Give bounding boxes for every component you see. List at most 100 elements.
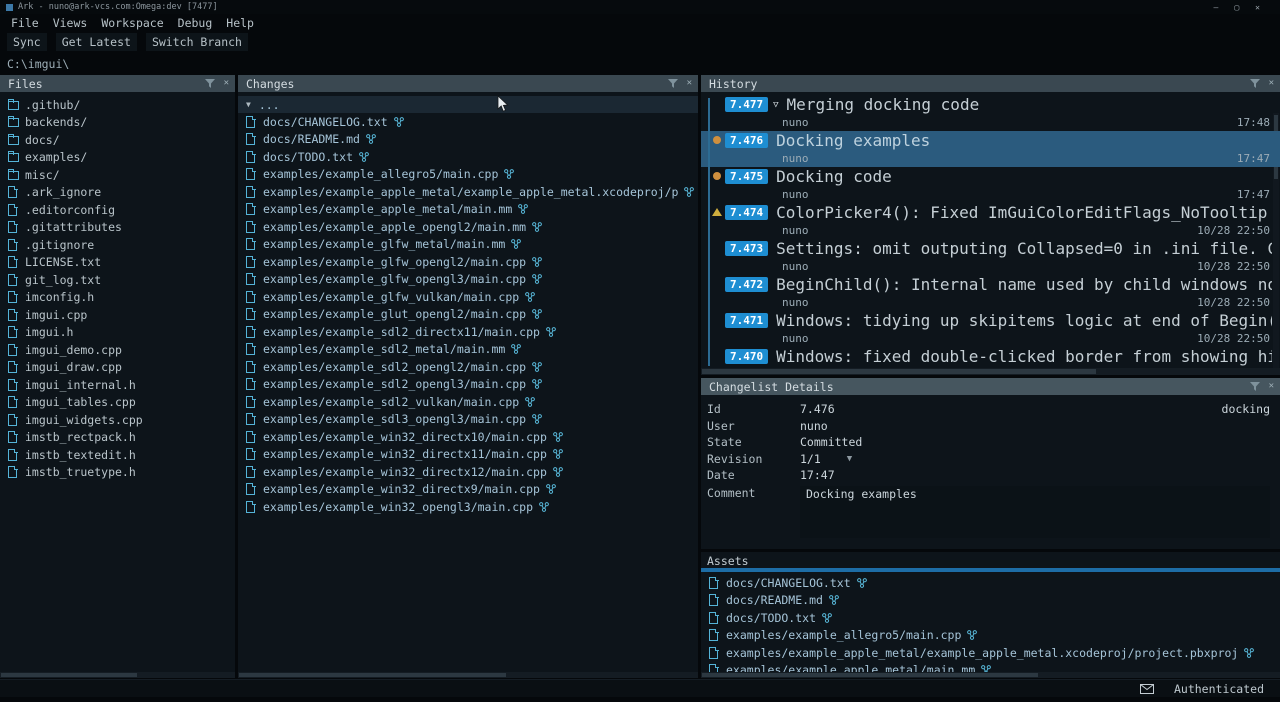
toolbar-button[interactable]: Switch Branch (146, 33, 248, 51)
changed-file-row[interactable]: examples/example_sdl2_directx11/main.cpp (238, 323, 698, 341)
menu-item[interactable]: Debug (171, 16, 220, 30)
file-tree-item[interactable]: misc/ (0, 166, 235, 184)
changed-file-name: docs/TODO.txt (263, 150, 353, 164)
filter-icon[interactable] (668, 79, 678, 88)
changed-file-name: examples/example_allegro5/main.cpp (263, 167, 498, 181)
changed-file-row[interactable]: examples/example_glut_opengl2/main.cpp (238, 306, 698, 324)
file-tree-item[interactable]: git_log.txt (0, 271, 235, 289)
commit-list: 7.477 ▽ Merging docking code nuno 17:48 (701, 92, 1280, 368)
changed-file-row[interactable]: examples/example_win32_directx9/main.cpp (238, 481, 698, 499)
branch-change-icon (518, 204, 528, 214)
toolbar-button[interactable]: Get Latest (56, 33, 137, 51)
file-tree-item[interactable]: imstb_truetype.h (0, 464, 235, 482)
close-panel-icon[interactable]: ✕ (1269, 79, 1274, 88)
close-panel-icon[interactable]: ✕ (1269, 382, 1274, 391)
toolbar-button[interactable]: Sync (7, 33, 47, 51)
changed-file-name: examples/example_sdl2_opengl2/main.cpp (263, 360, 526, 374)
maximize-icon[interactable]: ▢ (1234, 3, 1239, 12)
filter-icon[interactable] (205, 79, 215, 88)
file-tree-item[interactable]: .editorconfig (0, 201, 235, 219)
commit-row[interactable]: 7.477 ▽ Merging docking code nuno 17:48 (701, 95, 1280, 131)
changed-file-row[interactable]: examples/example_apple_opengl2/main.mm (238, 218, 698, 236)
filter-icon[interactable] (1250, 79, 1260, 88)
commit-row[interactable]: 7.474 ColorPicker4(): Fixed ImGuiColorEd… (701, 203, 1280, 239)
changed-file-row[interactable]: examples/example_sdl3_opengl3/main.cpp (238, 411, 698, 429)
commit-row[interactable]: 7.470 Windows: fixed double-clicked bord… (701, 347, 1280, 368)
mail-icon[interactable] (1140, 684, 1154, 694)
menu-item[interactable]: File (4, 16, 46, 30)
changed-file-row[interactable]: examples/example_glfw_opengl3/main.cpp (238, 271, 698, 289)
changed-file-row[interactable]: examples/example_sdl2_vulkan/main.cpp (238, 393, 698, 411)
asset-row[interactable]: docs/CHANGELOG.txt (701, 574, 1280, 592)
changes-hscrollbar[interactable] (238, 672, 698, 678)
changed-file-row[interactable]: examples/example_glfw_opengl2/main.cpp (238, 253, 698, 271)
file-tree-item[interactable]: imgui_widgets.cpp (0, 411, 235, 429)
files-hscrollbar[interactable] (0, 672, 235, 678)
asset-row[interactable]: docs/README.md (701, 592, 1280, 610)
close-panel-icon[interactable]: ✕ (687, 79, 692, 88)
minimize-icon[interactable]: — (1214, 3, 1219, 12)
changes-hscrollbar-thumb[interactable] (239, 673, 506, 677)
file-tree-item[interactable]: imgui_tables.cpp (0, 394, 235, 412)
file-tree-item[interactable]: .gitignore (0, 236, 235, 254)
file-tree-item[interactable]: imconfig.h (0, 289, 235, 307)
file-tree-item[interactable]: examples/ (0, 149, 235, 167)
commit-row[interactable]: 7.476 Docking examples nuno 17:47 (701, 131, 1280, 167)
asset-row[interactable]: examples/example_apple_metal/main.mm (701, 662, 1280, 673)
files-hscrollbar-thumb[interactable] (1, 673, 137, 677)
changed-file-row[interactable]: examples/example_apple_metal/example_app… (238, 183, 698, 201)
commit-row[interactable]: 7.475 Docking code nuno 17:47 (701, 167, 1280, 203)
branch-change-icon (546, 327, 556, 337)
changed-file-row[interactable]: examples/example_win32_opengl3/main.cpp (238, 498, 698, 516)
file-name: imgui_tables.cpp (25, 395, 136, 409)
file-tree-item[interactable]: backends/ (0, 114, 235, 132)
file-tree-item[interactable]: imgui.cpp (0, 306, 235, 324)
changed-file-name: examples/example_glfw_opengl3/main.cpp (263, 272, 526, 286)
close-panel-icon[interactable]: ✕ (224, 79, 229, 88)
asset-row[interactable]: examples/example_apple_metal/example_app… (701, 644, 1280, 662)
file-tree-item[interactable]: imstb_rectpack.h (0, 429, 235, 447)
changed-file-row[interactable]: docs/CHANGELOG.txt (238, 113, 698, 131)
file-tree-item[interactable]: LICENSE.txt (0, 254, 235, 272)
commit-row[interactable]: 7.471 Windows: tidying up skipitems logi… (701, 311, 1280, 347)
assets-hscrollbar-thumb[interactable] (702, 673, 1038, 677)
changed-file-row[interactable]: examples/example_win32_directx12/main.cp… (238, 463, 698, 481)
commit-row[interactable]: 7.472 BeginChild(): Internal name used b… (701, 275, 1280, 311)
file-tree-item[interactable]: .ark_ignore (0, 184, 235, 202)
file-tree-item[interactable]: docs/ (0, 131, 235, 149)
changed-file-row[interactable]: docs/README.md (238, 131, 698, 149)
commit-row[interactable]: 7.473 Settings: omit outputing Collapsed… (701, 239, 1280, 275)
filter-icon[interactable] (1250, 382, 1260, 391)
changed-file-row[interactable]: examples/example_sdl2_metal/main.mm (238, 341, 698, 359)
file-tree-item[interactable]: imgui_draw.cpp (0, 359, 235, 377)
file-tree-item[interactable]: .gitattributes (0, 219, 235, 237)
changes-root-node[interactable]: ▼ ... (238, 96, 698, 113)
changed-file-row[interactable]: examples/example_sdl2_opengl2/main.cpp (238, 358, 698, 376)
changed-file-row[interactable]: examples/example_win32_directx10/main.cp… (238, 428, 698, 446)
changed-file-row[interactable]: examples/example_win32_directx11/main.cp… (238, 446, 698, 464)
file-tree-item[interactable]: .github/ (0, 96, 235, 114)
changed-file-row[interactable]: docs/TODO.txt (238, 148, 698, 166)
changed-file-name: examples/example_win32_directx10/main.cp… (263, 430, 547, 444)
menu-item[interactable]: Workspace (94, 16, 170, 30)
history-hscrollbar[interactable] (701, 368, 1280, 375)
chevron-down-icon[interactable]: ▼ (246, 100, 251, 109)
file-tree-item[interactable]: imstb_textedit.h (0, 446, 235, 464)
close-icon[interactable]: ✕ (1255, 3, 1260, 12)
assets-hscrollbar[interactable] (701, 672, 1280, 678)
history-hscrollbar-thumb[interactable] (702, 369, 1096, 374)
asset-row[interactable]: docs/TODO.txt (701, 609, 1280, 627)
menu-item[interactable]: Views (46, 16, 95, 30)
file-tree-item[interactable]: imgui_internal.h (0, 376, 235, 394)
file-tree-item[interactable]: imgui_demo.cpp (0, 341, 235, 359)
changed-file-row[interactable]: examples/example_glfw_vulkan/main.cpp (238, 288, 698, 306)
changed-file-row[interactable]: examples/example_sdl2_opengl3/main.cpp (238, 376, 698, 394)
asset-row[interactable]: examples/example_allegro5/main.cpp (701, 627, 1280, 645)
changed-file-name: examples/example_glfw_vulkan/main.cpp (263, 290, 519, 304)
menu-item[interactable]: Help (219, 16, 261, 30)
changed-file-row[interactable]: examples/example_apple_metal/main.mm (238, 201, 698, 219)
changed-file-row[interactable]: examples/example_allegro5/main.cpp (238, 166, 698, 184)
changed-file-row[interactable]: examples/example_glfw_metal/main.mm (238, 236, 698, 254)
revision-dropdown-icon[interactable]: ▼ (847, 454, 852, 464)
file-tree-item[interactable]: imgui.h (0, 324, 235, 342)
